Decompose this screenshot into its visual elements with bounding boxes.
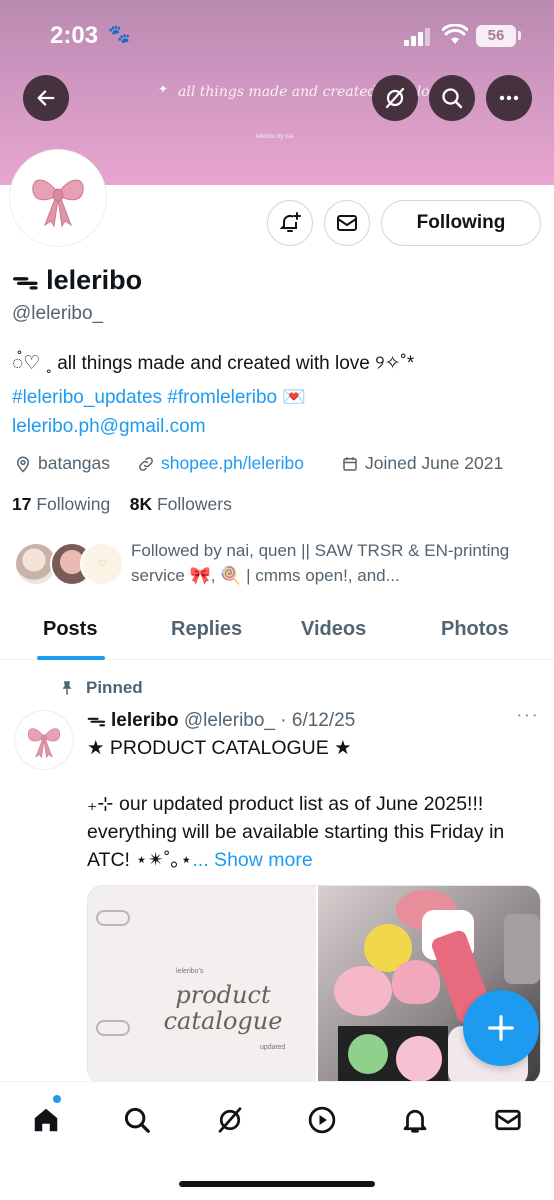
followed-by-text[interactable]: Followed by nai, quen || SAW TRSR & EN-p… xyxy=(131,538,531,588)
search-icon xyxy=(124,1107,150,1133)
tab-replies[interactable]: Replies xyxy=(171,618,242,641)
catalogue-sub: updated xyxy=(260,1044,286,1051)
more-icon xyxy=(499,95,519,101)
grok-button[interactable] xyxy=(372,75,418,121)
search-button[interactable] xyxy=(429,75,475,121)
status-time: 2:03 xyxy=(50,22,99,49)
binder-rings xyxy=(96,900,130,1080)
envelope-icon xyxy=(337,215,357,231)
show-more-link[interactable]: ... Show more xyxy=(192,849,312,871)
post-avatar[interactable] xyxy=(14,710,74,770)
sparkle-icon: ✦ xyxy=(158,82,169,96)
nav-home[interactable] xyxy=(26,1100,66,1140)
post-title: ★ PRODUCT CATALOGUE ★ xyxy=(87,737,352,759)
joined-meta: Joined June 2021 xyxy=(341,453,503,474)
compose-post-button[interactable] xyxy=(463,990,539,1066)
calendar-icon xyxy=(343,456,357,471)
message-button[interactable] xyxy=(324,200,370,246)
link-icon xyxy=(139,456,153,471)
battery-indicator: 56 xyxy=(476,25,516,47)
follow-counts: 17 Following 8K Followers xyxy=(12,494,232,515)
profile-name: ᯓ leleribo xyxy=(12,265,143,295)
home-indicator xyxy=(179,1181,375,1187)
website-meta[interactable]: shopee.ph/leleribo xyxy=(137,453,304,474)
followers-label: Followers xyxy=(156,494,232,514)
joined-text: Joined June 2021 xyxy=(365,453,504,473)
location-meta: batangas xyxy=(14,453,110,474)
nav-search[interactable] xyxy=(117,1100,157,1140)
profile-tabs: Posts Replies Videos Photos xyxy=(0,600,554,660)
plus-icon xyxy=(488,1015,514,1041)
pinned-label: Pinned xyxy=(58,678,143,698)
grok-icon xyxy=(385,87,405,109)
home-icon xyxy=(34,1108,58,1132)
nav-grok[interactable] xyxy=(210,1100,250,1140)
banner-small-text: leleribo by nai xyxy=(256,134,294,140)
followers-count: 8K xyxy=(129,494,153,514)
pinned-text: Pinned xyxy=(86,678,143,697)
back-button[interactable] xyxy=(23,75,69,121)
pink-bow-icon xyxy=(32,179,84,228)
following-count: 17 xyxy=(12,494,32,514)
nav-notifications[interactable] xyxy=(395,1100,435,1140)
bio-email-link[interactable]: leleribo.ph@gmail.com xyxy=(12,416,206,438)
catalogue-image[interactable]: leleribo's product catalogue updated xyxy=(88,886,316,1084)
post-text[interactable]: ★ PRODUCT CATALOGUE ★ ₊⊹ our updated pro… xyxy=(87,734,537,874)
pink-bow-icon xyxy=(27,728,61,759)
website-link[interactable]: shopee.ph/leleribo xyxy=(161,453,304,474)
paw-icon: 🐾 xyxy=(108,24,131,44)
followers-count-link[interactable]: 8K Followers xyxy=(130,494,232,514)
post-handle: @leleribo_ xyxy=(183,710,275,731)
post-media[interactable]: leleribo's product catalogue updated xyxy=(87,885,541,1085)
location-pin-icon xyxy=(16,456,30,473)
tab-posts[interactable]: Posts xyxy=(43,618,97,641)
nav-video[interactable] xyxy=(302,1100,342,1140)
profile-handle: @leleribo_ xyxy=(12,303,104,324)
following-count-link[interactable]: 17 Following xyxy=(12,494,110,514)
bell-icon xyxy=(403,1109,427,1133)
catalogue-title: product catalogue xyxy=(163,981,283,1035)
back-arrow-icon xyxy=(37,90,55,106)
post-more-icon[interactable]: ··· xyxy=(516,704,539,727)
signal-icon xyxy=(404,28,432,46)
notify-button[interactable] xyxy=(267,200,313,246)
pin-icon xyxy=(62,681,72,695)
play-icon xyxy=(308,1106,336,1134)
home-notification-dot xyxy=(53,1095,61,1103)
post-header: ᯓ leleribo @leleribo_ · 6/12/25 xyxy=(87,706,355,732)
wifi-icon xyxy=(442,24,468,44)
profile-avatar[interactable] xyxy=(10,150,106,246)
post-author[interactable]: ᯓ leleribo xyxy=(87,710,179,731)
catalogue-caption: leleribo's xyxy=(176,968,204,975)
search-icon xyxy=(442,88,463,109)
followed-by-avatars[interactable]: ♡ xyxy=(14,542,124,590)
tab-photos[interactable]: Photos xyxy=(441,618,509,641)
following-label: Following xyxy=(36,494,111,514)
avatar: ♡ xyxy=(80,542,124,586)
active-tab-indicator xyxy=(37,656,105,660)
status-bar: 2:03 🐾 56 xyxy=(0,0,554,70)
bio-hashtags[interactable]: #leleribo_updates #fromleleribo 💌 xyxy=(12,385,306,409)
post-date: · 6/12/25 xyxy=(280,710,356,731)
bio-line: ◌̊♡ ˳ all things made and created with l… xyxy=(12,353,415,374)
nav-messages[interactable] xyxy=(488,1100,528,1140)
tab-videos[interactable]: Videos xyxy=(301,618,366,641)
battery-tip xyxy=(518,31,521,40)
bell-plus-icon xyxy=(279,212,301,232)
grok-icon xyxy=(218,1107,242,1133)
envelope-icon xyxy=(495,1109,521,1131)
following-button[interactable]: Following xyxy=(381,200,541,246)
location-text: batangas xyxy=(38,453,111,473)
more-button[interactable] xyxy=(486,75,532,121)
